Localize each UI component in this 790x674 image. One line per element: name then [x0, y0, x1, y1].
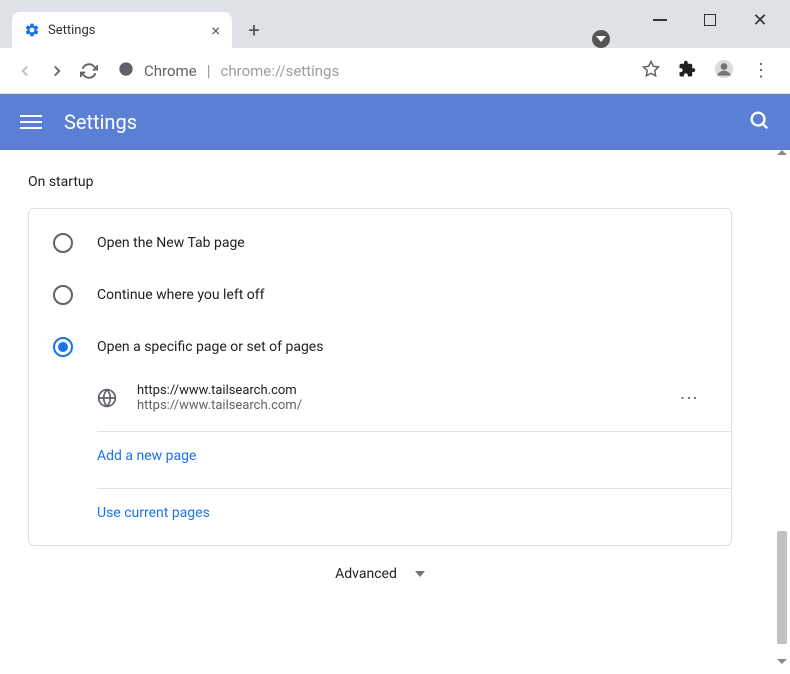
extensions-icon[interactable] [678, 60, 696, 82]
url-path: chrome://settings [221, 62, 340, 80]
chevron-down-icon [415, 571, 425, 577]
startup-page-name: https://www.tailsearch.com [137, 383, 670, 398]
radio-option-new-tab[interactable]: Open the New Tab page [29, 217, 731, 269]
browser-menu-icon[interactable]: ⋮ [752, 60, 770, 81]
url-divider: | [207, 61, 211, 80]
startup-page-entry: https://www.tailsearch.com https://www.t… [97, 373, 731, 423]
globe-icon [97, 388, 117, 408]
search-icon[interactable] [748, 109, 770, 135]
window-close-button[interactable]: ✕ [750, 10, 770, 30]
address-bar: Chrome | chrome://settings ⋮ [0, 48, 790, 94]
add-page-link[interactable]: Add a new page [29, 432, 731, 480]
url-origin: Chrome [144, 62, 197, 80]
scrollbar[interactable] [774, 150, 790, 674]
new-tab-button[interactable]: + [240, 16, 268, 44]
advanced-toggle[interactable]: Advanced [28, 546, 732, 602]
nav-reload-button[interactable] [80, 62, 98, 80]
radio-option-continue[interactable]: Continue where you left off [29, 269, 731, 321]
radio-icon [53, 337, 73, 357]
advanced-label: Advanced [335, 566, 397, 582]
tab-close-icon[interactable]: × [211, 21, 220, 40]
startup-page-url: https://www.tailsearch.com/ [137, 398, 670, 413]
scroll-down-arrow-icon[interactable] [777, 659, 787, 664]
page-title: Settings [64, 110, 748, 134]
radio-label: Open the New Tab page [97, 235, 245, 251]
radio-icon [53, 233, 73, 253]
window-maximize-button[interactable] [700, 10, 720, 30]
nav-forward-button[interactable] [48, 62, 66, 80]
radio-label: Open a specific page or set of pages [97, 339, 323, 355]
lock-icon [118, 61, 134, 81]
profile-icon[interactable] [714, 59, 734, 83]
section-title-startup: On startup [28, 174, 732, 190]
scroll-up-arrow-icon[interactable] [777, 150, 787, 155]
window-minimize-button[interactable] [650, 10, 670, 30]
radio-label: Continue where you left off [97, 287, 265, 303]
page-more-menu-icon[interactable]: ⋮ [670, 389, 707, 407]
nav-back-button[interactable] [16, 62, 34, 80]
radio-icon [53, 285, 73, 305]
tab-title: Settings [48, 23, 211, 38]
help-dropdown-icon[interactable] [592, 30, 610, 48]
bookmark-star-icon[interactable] [642, 60, 660, 82]
startup-options-card: Open the New Tab page Continue where you… [28, 208, 732, 546]
scroll-thumb[interactable] [777, 531, 787, 644]
settings-header: Settings [0, 94, 790, 150]
gear-icon [24, 22, 40, 38]
use-current-pages-link[interactable]: Use current pages [29, 489, 731, 537]
omnibox[interactable]: Chrome | chrome://settings [112, 61, 628, 81]
radio-option-specific-page[interactable]: Open a specific page or set of pages [29, 321, 731, 373]
browser-tab-settings[interactable]: Settings × [12, 12, 232, 48]
menu-hamburger-icon[interactable] [20, 111, 42, 133]
